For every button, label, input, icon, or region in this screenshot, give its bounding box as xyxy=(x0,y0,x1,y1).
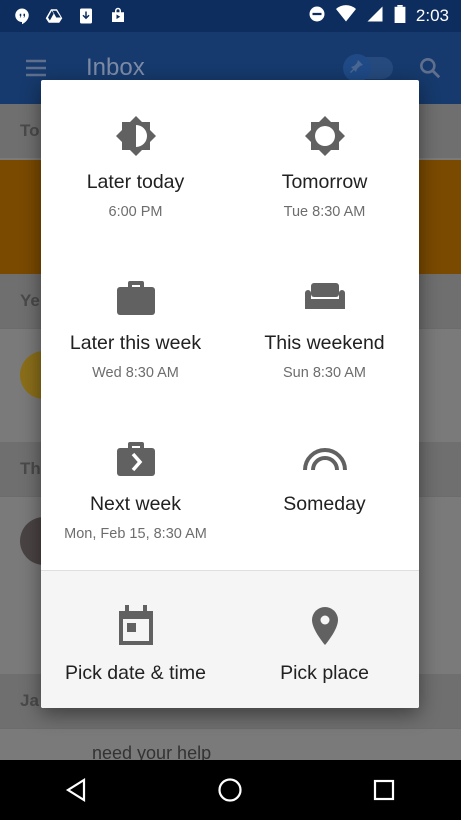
page-title: Inbox xyxy=(86,54,145,81)
search-icon[interactable] xyxy=(417,55,443,81)
pick-place-button[interactable]: Pick place xyxy=(230,571,419,708)
menu-icon[interactable] xyxy=(24,56,48,80)
brightness-icon xyxy=(301,112,349,160)
navigation-bar xyxy=(0,760,461,820)
signal-icon xyxy=(366,5,384,28)
pin-icon xyxy=(350,60,363,73)
snooze-options-grid: Later today 6:00 PM Tomorrow Tue 8:30 AM… xyxy=(41,80,419,570)
rainbow-icon xyxy=(301,434,349,482)
recents-icon[interactable] xyxy=(369,775,399,805)
snooze-tomorrow[interactable]: Tomorrow Tue 8:30 AM xyxy=(230,80,419,240)
drive-icon xyxy=(44,6,64,26)
snooze-next-week[interactable]: Next week Mon, Feb 15, 8:30 AM xyxy=(41,402,230,562)
clock: 2:03 xyxy=(415,6,449,25)
pin-toggle-knob xyxy=(343,54,371,82)
download-icon xyxy=(76,6,96,26)
snooze-later-today[interactable]: Later today 6:00 PM xyxy=(41,80,230,240)
list-item: need your help xyxy=(0,728,461,763)
briefcase-icon xyxy=(112,273,160,321)
briefcase-next-icon xyxy=(112,434,160,482)
snooze-custom-options: Pick date & time Pick place xyxy=(41,570,419,708)
snooze-this-weekend[interactable]: This weekend Sun 8:30 AM xyxy=(230,241,419,401)
pick-date-time-button[interactable]: Pick date & time xyxy=(41,571,230,708)
snooze-someday[interactable]: Someday xyxy=(230,402,419,562)
pin-toggle[interactable] xyxy=(343,54,393,82)
location-pin-icon xyxy=(302,603,348,649)
couch-icon xyxy=(301,273,349,321)
hangouts-icon xyxy=(12,6,32,26)
snooze-later-this-week[interactable]: Later this week Wed 8:30 AM xyxy=(41,241,230,401)
status-bar: 2:03 xyxy=(0,0,461,32)
play-store-icon xyxy=(108,6,128,26)
battery-icon xyxy=(394,4,406,28)
home-icon[interactable] xyxy=(215,775,245,805)
wifi-icon xyxy=(335,4,356,28)
back-icon[interactable] xyxy=(62,775,92,805)
do-not-disturb-icon xyxy=(308,5,326,28)
brightness-half-icon xyxy=(112,112,160,160)
calendar-icon xyxy=(113,603,159,649)
snooze-dialog: Later today 6:00 PM Tomorrow Tue 8:30 AM… xyxy=(41,80,419,708)
